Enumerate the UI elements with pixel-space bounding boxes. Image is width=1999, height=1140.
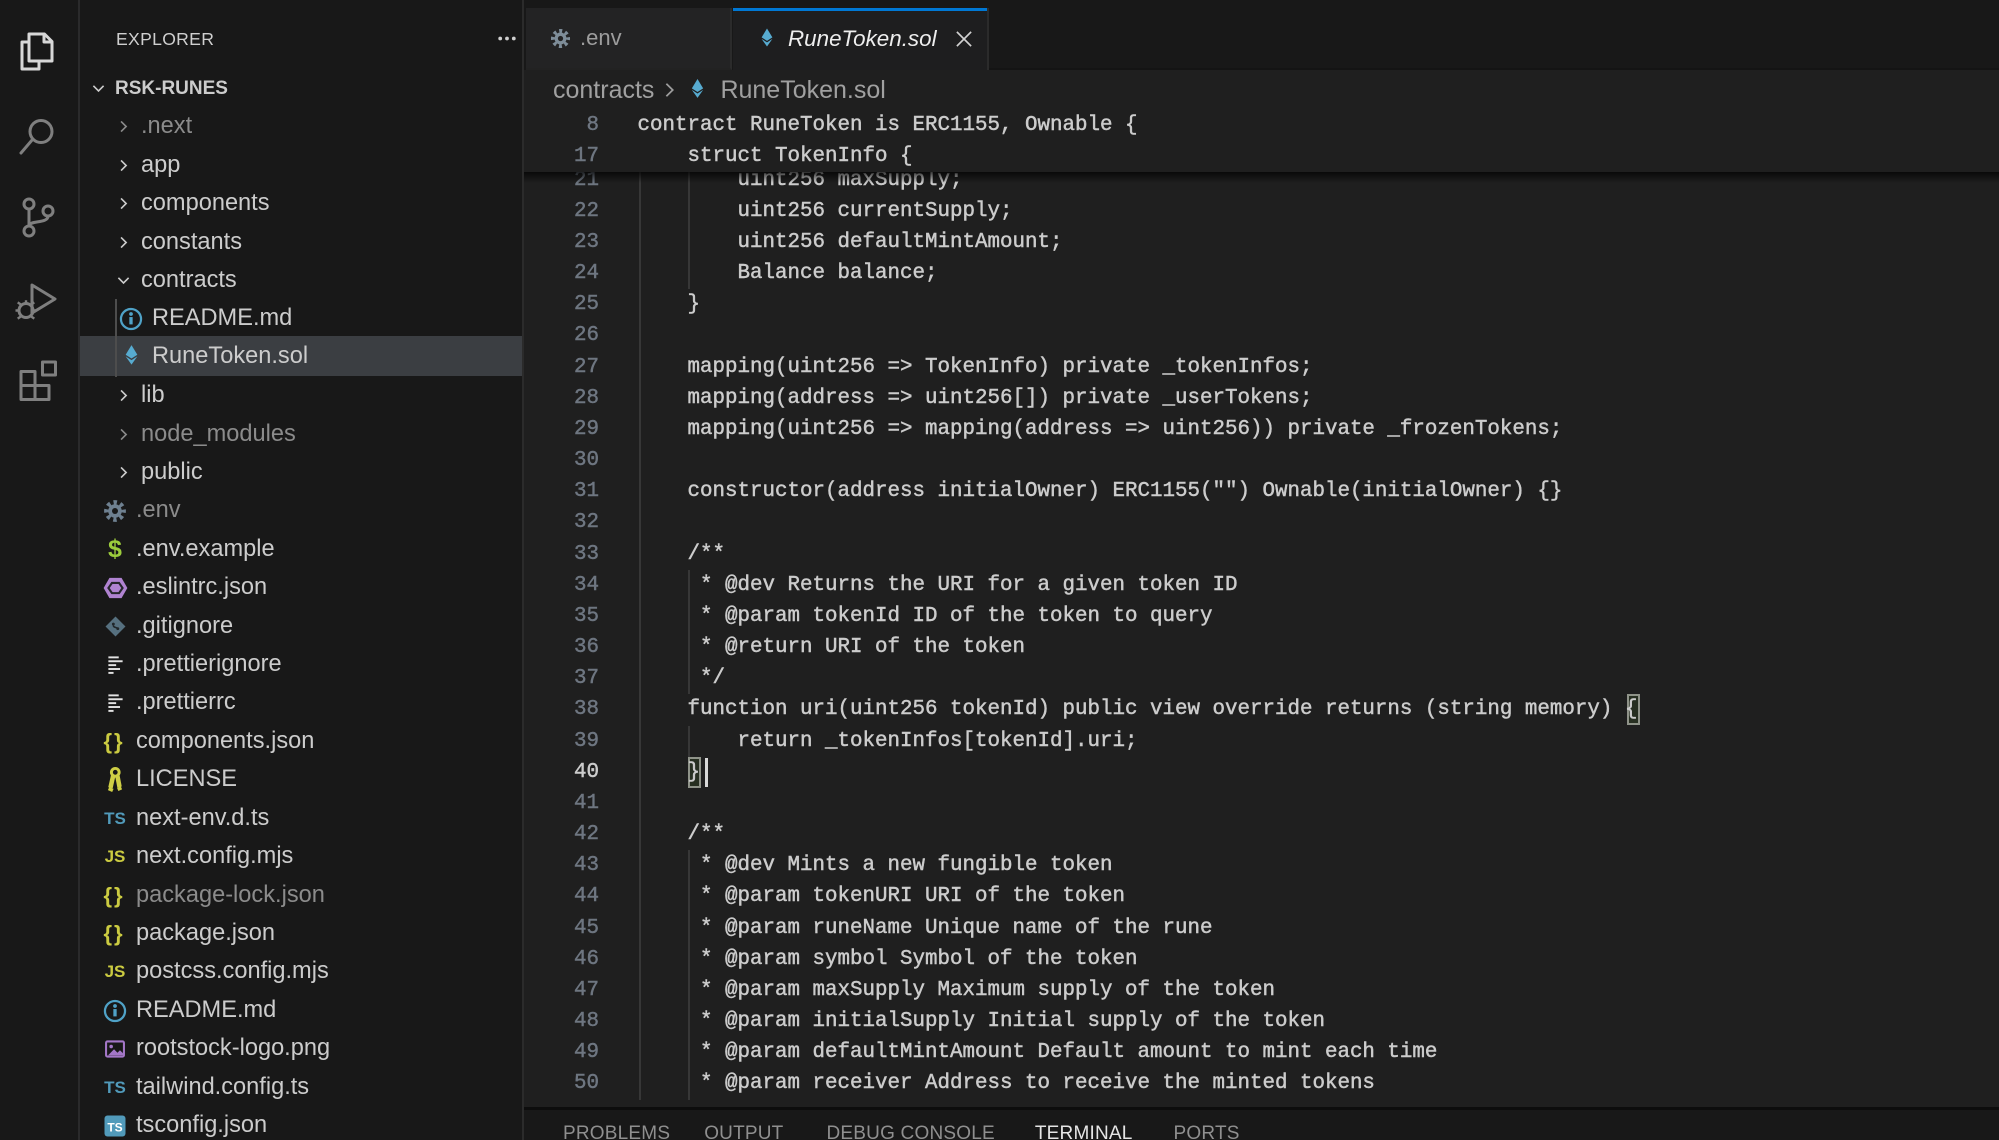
svg-text:TS: TS (107, 1120, 122, 1134)
